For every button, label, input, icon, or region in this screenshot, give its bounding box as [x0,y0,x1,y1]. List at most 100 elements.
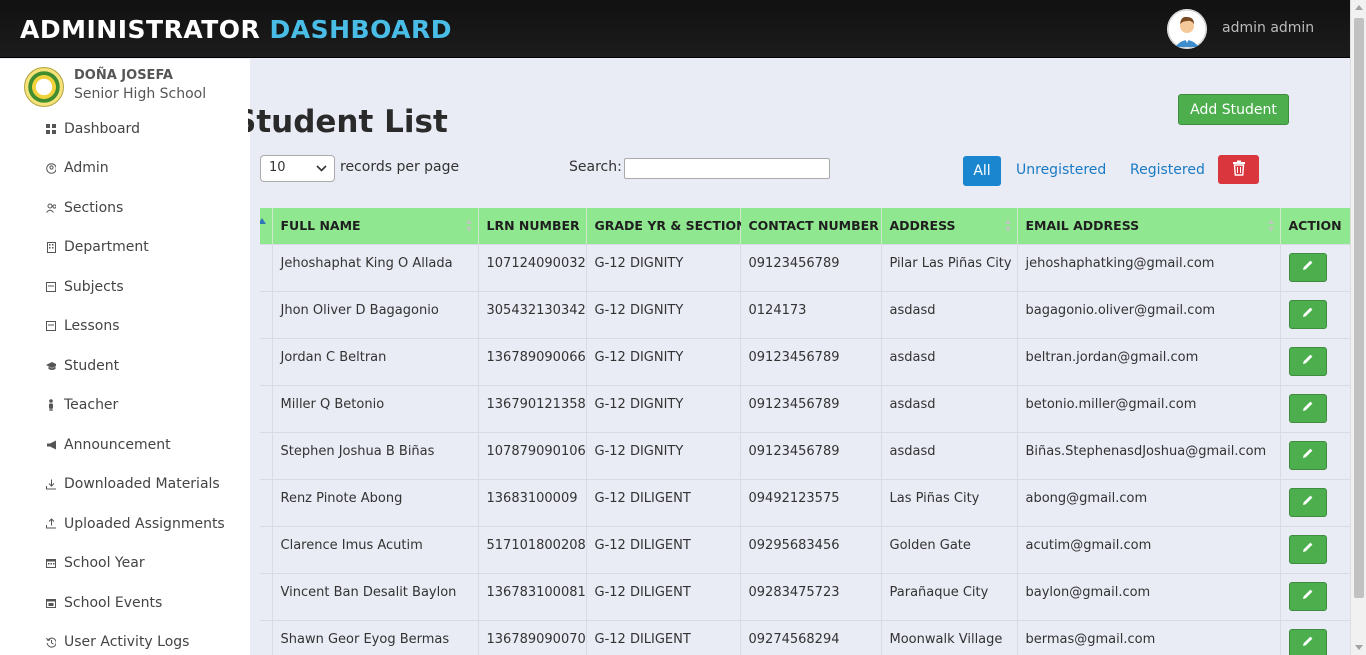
cell-grade-section: G-12 DIGNITY [586,337,741,385]
table-row: Shawn Geor Eyog Bermas 136789090070 G-12 D… [260,619,1350,655]
scrollbar-thumb[interactable] [1354,18,1364,598]
sidebar: DOÑA JOSEFA Senior High School Dashboard… [0,59,250,655]
sidebar-item-user-activity-logs[interactable]: User Activity Logs [0,623,250,655]
sidebar-item-school-events[interactable]: School Events [0,583,250,623]
sidebar-item-label: User Activity Logs [64,634,190,651]
records-per-page-value: 10 [269,160,286,175]
column-header-lrn-number[interactable]: LRN NUMBER [478,208,587,244]
sidebar-item-admin[interactable]: Admin [0,149,250,189]
book-icon [46,321,56,332]
edit-button[interactable] [1288,393,1327,423]
row-select-cell[interactable] [260,619,273,655]
search-input[interactable] [624,158,830,179]
sidebar-item-subjects[interactable]: Subjects [0,267,250,307]
cell-address: asdasd [881,290,1018,338]
table-row: Renz Pinote Abong 13683100009 G-12 DILIGEN… [260,478,1350,526]
cell-lrn-number: 136789090066 [478,337,587,385]
edit-button[interactable] [1288,628,1327,655]
column-header-select[interactable] [260,208,273,244]
grid-icon [46,123,56,134]
filter-all-button[interactable]: All [963,156,1001,186]
book-icon [46,281,56,292]
sidebar-item-label: School Events [64,594,163,611]
filter-unregistered-link[interactable]: Unregistered [1016,162,1106,178]
cell-email-address: bermas@gmail.com [1017,619,1281,655]
delete-button[interactable] [1218,155,1259,184]
sidebar-item-student[interactable]: Student [0,346,250,386]
column-header-email-address[interactable]: EMAIL ADDRESS [1017,208,1281,244]
user-name[interactable]: admin admin [1222,20,1314,36]
graduation-cap-icon [46,361,56,371]
pencil-icon [1302,447,1314,463]
filter-registered-link[interactable]: Registered [1130,162,1205,178]
edit-button[interactable] [1288,534,1327,564]
cell-contact-number: 09274568294 [740,619,882,655]
building-icon [46,241,56,253]
scroll-down-icon[interactable] [1355,645,1363,650]
edit-button[interactable] [1288,581,1327,611]
row-select-cell[interactable] [260,290,273,338]
cell-contact-number: 09123456789 [740,243,882,291]
cell-full-name: Stephen Joshua B Biñas [272,431,479,479]
column-header-contact-number[interactable]: CONTACT NUMBER [740,208,882,244]
cell-contact-number: 09123456789 [740,337,882,385]
calendar-check-icon [46,598,56,608]
row-select-cell[interactable] [260,243,273,291]
edit-button[interactable] [1288,252,1327,282]
row-select-cell[interactable] [260,384,273,432]
history-icon [46,637,56,648]
pencil-icon [1302,588,1314,604]
table-row: Stephen Joshua B Biñas 107879090106 G-12 D… [260,431,1350,479]
cell-email-address: baylon@gmail.com [1017,572,1281,620]
user-avatar-icon[interactable] [1167,9,1207,49]
sidebar-item-teacher[interactable]: Teacher [0,386,250,426]
page-title: Student List [248,104,448,140]
edit-button[interactable] [1288,299,1327,329]
cell-full-name: Miller Q Betonio [272,384,479,432]
column-header-full-name[interactable]: FULL NAME [272,208,479,244]
row-select-cell[interactable] [260,525,273,573]
pencil-icon [1302,353,1314,369]
scroll-up-icon[interactable] [1355,5,1363,10]
column-header-grade-section[interactable]: GRADE YR & SECTION [586,208,747,244]
sidebar-item-announcement[interactable]: Announcement [0,425,250,465]
add-student-button[interactable]: Add Student [1178,94,1289,125]
sidebar-item-dashboard[interactable]: Dashboard [0,109,250,149]
sidebar-item-lessons[interactable]: Lessons [0,307,250,347]
edit-button[interactable] [1288,346,1327,376]
sidebar-item-department[interactable]: Department [0,228,250,268]
cell-action [1280,384,1350,432]
cell-address: asdasd [881,384,1018,432]
row-select-cell[interactable] [260,572,273,620]
edit-button[interactable] [1288,440,1327,470]
sidebar-item-uploaded-assignments[interactable]: Uploaded Assignments [0,504,250,544]
calendar-icon [46,558,56,569]
cell-full-name: Shawn Geor Eyog Bermas [272,619,479,655]
sidebar-item-downloaded-materials[interactable]: Downloaded Materials [0,465,250,505]
cell-full-name: Jhon Oliver D Bagagonio [272,290,479,338]
cell-address: asdasd [881,431,1018,479]
column-header-action: ACTION [1280,208,1350,244]
table-row: Vincent Ban Desalit Baylon 136783100081 G-… [260,572,1350,620]
page-scrollbar[interactable] [1350,0,1366,655]
sidebar-item-label: Admin [64,160,109,177]
row-select-cell[interactable] [260,337,273,385]
cell-action [1280,290,1350,338]
cell-grade-section: G-12 DIGNITY [586,384,741,432]
cell-lrn-number: 107124090032 [478,243,587,291]
row-select-cell[interactable] [260,431,273,479]
cell-full-name: Jehoshaphat King O Allada [272,243,479,291]
cell-email-address: beltran.jordan@gmail.com [1017,337,1281,385]
records-per-page-select[interactable]: 10 [260,155,335,182]
row-select-cell[interactable] [260,478,273,526]
sidebar-item-sections[interactable]: Sections [0,188,250,228]
cell-grade-section: G-12 DILIGENT [586,572,741,620]
sidebar-item-label: Student [64,357,120,374]
cell-lrn-number: 517101800208 [478,525,587,573]
column-header-address[interactable]: ADDRESS [881,208,1018,244]
megaphone-icon [46,440,56,450]
edit-button[interactable] [1288,487,1327,517]
cell-full-name: Renz Pinote Abong [272,478,479,526]
cell-address: Pilar Las Piñas City [881,243,1018,291]
sidebar-item-school-year[interactable]: School Year [0,544,250,584]
